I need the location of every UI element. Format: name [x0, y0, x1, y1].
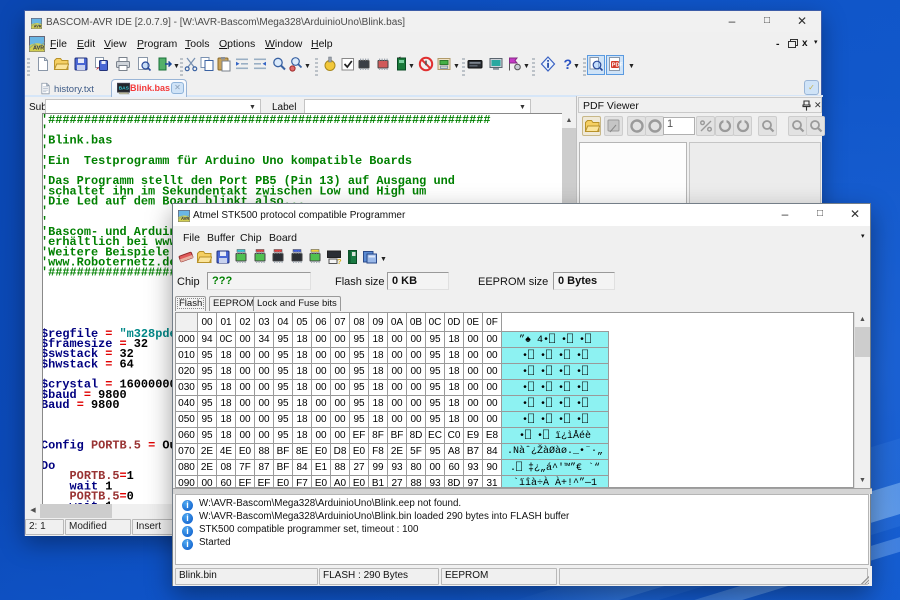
- svg-text:AVR: AVR: [33, 46, 44, 52]
- svg-text:BAS: BAS: [119, 85, 130, 91]
- svg-text:AVR: AVR: [181, 216, 189, 221]
- svg-text:PDF: PDF: [612, 63, 623, 69]
- svg-text:AVR: AVR: [34, 24, 42, 28]
- svg-text:?: ?: [337, 257, 342, 265]
- svg-text:?: ?: [564, 56, 573, 72]
